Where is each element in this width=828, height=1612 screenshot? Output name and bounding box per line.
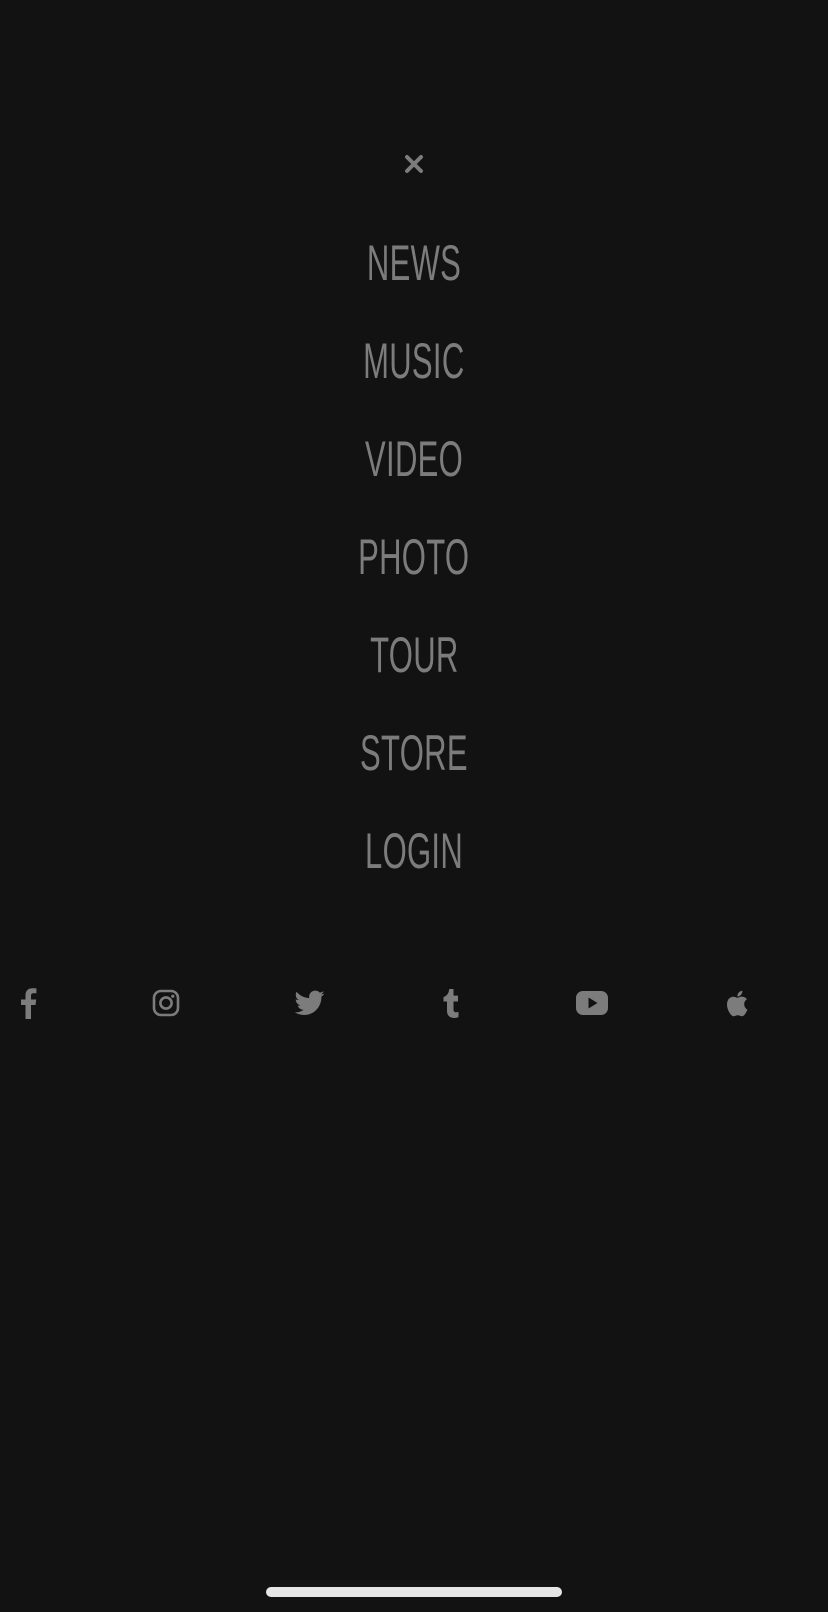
youtube-link[interactable] bbox=[574, 985, 610, 1021]
nav-item-photo[interactable]: PHOTO bbox=[0, 522, 828, 592]
apple-icon bbox=[727, 990, 748, 1017]
youtube-icon bbox=[576, 991, 608, 1015]
facebook-icon bbox=[21, 988, 37, 1019]
nav-item-label: NEWS bbox=[366, 235, 462, 291]
apple-link[interactable] bbox=[718, 985, 754, 1021]
nav-item-label: PHOTO bbox=[358, 529, 470, 585]
home-indicator bbox=[266, 1587, 562, 1597]
nav-item-label: LOGIN bbox=[364, 823, 464, 879]
twitter-icon bbox=[295, 990, 325, 1015]
close-button[interactable] bbox=[399, 149, 429, 179]
tumblr-icon bbox=[443, 989, 459, 1018]
nav-item-tour[interactable]: TOUR bbox=[0, 620, 828, 690]
nav-item-store[interactable]: STORE bbox=[0, 718, 828, 788]
nav-item-login[interactable]: LOGIN bbox=[0, 816, 828, 886]
nav-item-label: TOUR bbox=[369, 627, 459, 683]
tumblr-link[interactable] bbox=[432, 985, 468, 1021]
nav-item-news[interactable]: NEWS bbox=[0, 228, 828, 298]
facebook-link[interactable] bbox=[10, 985, 46, 1021]
nav-item-label: VIDEO bbox=[364, 431, 464, 487]
twitter-link[interactable] bbox=[292, 985, 328, 1021]
close-icon bbox=[405, 155, 423, 173]
nav-item-label: MUSIC bbox=[363, 333, 465, 389]
nav-item-label: STORE bbox=[360, 725, 468, 781]
nav-item-video[interactable]: VIDEO bbox=[0, 424, 828, 494]
nav-item-music[interactable]: MUSIC bbox=[0, 326, 828, 396]
instagram-link[interactable] bbox=[148, 985, 184, 1021]
instagram-icon bbox=[152, 989, 180, 1017]
